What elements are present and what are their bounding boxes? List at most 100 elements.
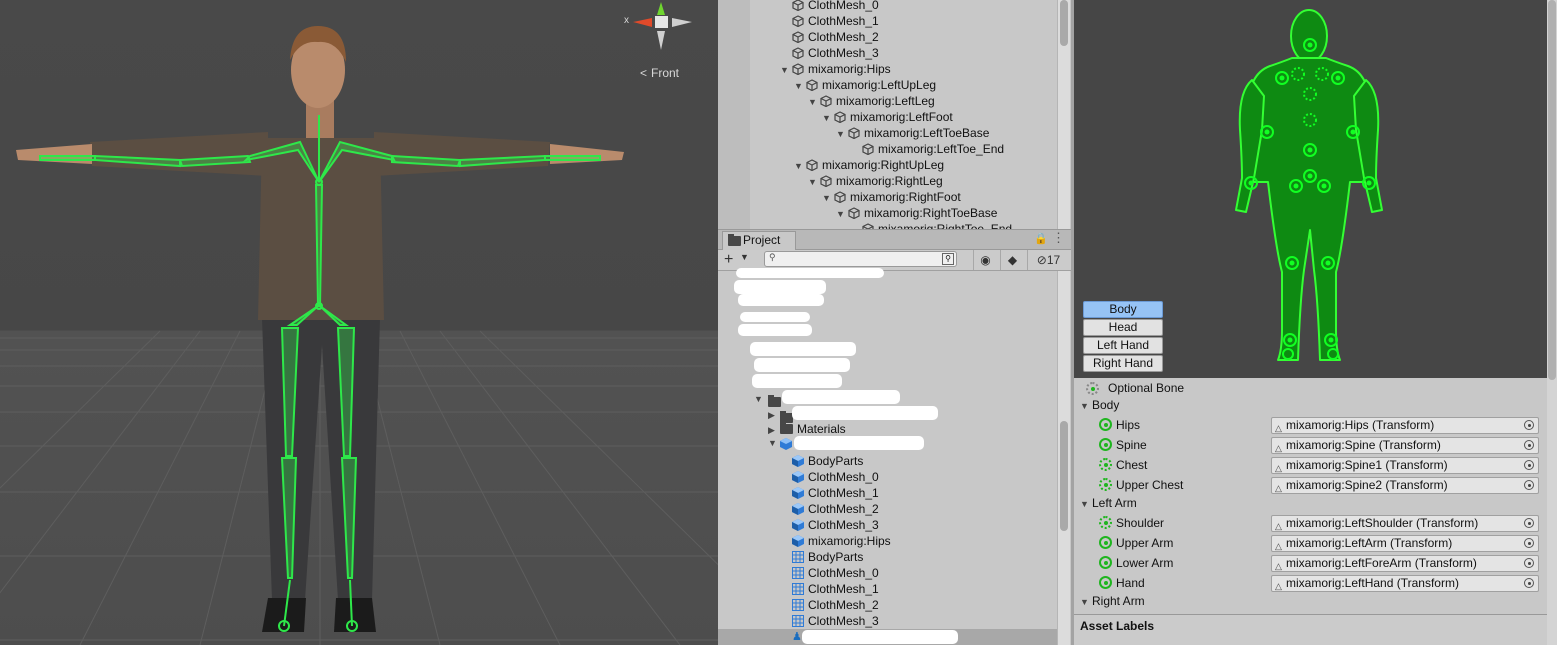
hierarchy-scrollbar[interactable] bbox=[1057, 0, 1070, 229]
search-options-icon[interactable]: ⚲ bbox=[942, 253, 954, 265]
scene-canvas[interactable] bbox=[0, 0, 718, 645]
redaction bbox=[736, 268, 884, 278]
folder-materials[interactable]: ▶ Materials bbox=[768, 421, 846, 437]
bone-transform-field[interactable]: △ mixamorig:LeftShoulder (Transform) bbox=[1271, 515, 1539, 532]
bone-transform-field[interactable]: △ mixamorig:LeftHand (Transform) bbox=[1271, 575, 1539, 592]
part-button-left-hand[interactable]: Left Hand bbox=[1083, 337, 1163, 354]
hierarchy-item[interactable]: mixamorig:RightToe_End bbox=[850, 221, 1012, 229]
hierarchy-item[interactable]: ▼ mixamorig:RightFoot bbox=[822, 189, 961, 205]
kebab-menu-icon[interactable]: ⋮ bbox=[1052, 230, 1065, 246]
asset-item[interactable]: ClothMesh_1 bbox=[792, 485, 879, 501]
project-scroll-thumb[interactable] bbox=[1060, 421, 1068, 531]
hierarchy-item[interactable]: mixamorig:LeftToe_End bbox=[850, 141, 1004, 157]
hidden-packages-toggle[interactable]: ⊘17 bbox=[1027, 250, 1069, 270]
object-picker-icon[interactable] bbox=[1524, 440, 1534, 450]
gameobject-icon bbox=[820, 95, 832, 107]
filter-label-icon[interactable]: ◆ bbox=[1000, 250, 1024, 270]
optional-bone-marker-icon bbox=[1099, 516, 1112, 529]
bone-transform-field[interactable]: △ mixamorig:LeftForeArm (Transform) bbox=[1271, 555, 1539, 572]
asset-item[interactable]: ClothMesh_2 bbox=[792, 597, 879, 613]
bone-group-header[interactable]: ▼ Right Arm bbox=[1080, 591, 1145, 611]
search-field[interactable]: ⚲ ⚲ bbox=[764, 251, 957, 267]
object-picker-icon[interactable] bbox=[1524, 480, 1534, 490]
inspector-scroll-thumb[interactable] bbox=[1548, 0, 1556, 380]
expand-arrow-icon[interactable]: ▼ bbox=[822, 190, 834, 206]
hierarchy-item[interactable]: ClothMesh_3 bbox=[780, 45, 879, 61]
bone-transform-field[interactable]: △ mixamorig:Spine1 (Transform) bbox=[1271, 457, 1539, 474]
hierarchy-item[interactable]: ▼ mixamorig:LeftFoot bbox=[822, 109, 953, 125]
hierarchy-item[interactable]: ▼ mixamorig:LeftLeg bbox=[808, 93, 935, 109]
part-button-right-hand[interactable]: Right Hand bbox=[1083, 355, 1163, 372]
chevron-down-icon[interactable]: ▼ bbox=[740, 252, 749, 262]
expand-arrow-icon[interactable]: ▼ bbox=[794, 158, 806, 174]
gameobject-icon bbox=[792, 0, 804, 11]
expand-arrow-icon[interactable]: ▼ bbox=[768, 438, 780, 448]
asset-item[interactable]: ClothMesh_3 bbox=[792, 517, 879, 533]
object-picker-icon[interactable] bbox=[1524, 420, 1534, 430]
hierarchy-item-label: mixamorig:LeftToe_End bbox=[878, 142, 1005, 156]
asset-item[interactable]: ClothMesh_2 bbox=[792, 501, 879, 517]
search-icon: ⚲ bbox=[769, 252, 776, 262]
hierarchy-item-label: mixamorig:LeftToeBase bbox=[864, 126, 990, 140]
bone-transform-field[interactable]: △ mixamorig:LeftArm (Transform) bbox=[1271, 535, 1539, 552]
bone-transform-field[interactable]: △ mixamorig:Hips (Transform) bbox=[1271, 417, 1539, 434]
asset-item[interactable]: BodyParts bbox=[792, 453, 863, 469]
asset-item[interactable]: ClothMesh_1 bbox=[792, 581, 879, 597]
object-picker-icon[interactable] bbox=[1524, 518, 1534, 528]
object-picker-icon[interactable] bbox=[1524, 578, 1534, 588]
object-picker-icon[interactable] bbox=[1524, 538, 1534, 548]
expand-arrow-icon[interactable]: ▼ bbox=[754, 394, 766, 404]
gameobject-icon bbox=[806, 159, 818, 171]
hierarchy-item[interactable]: ClothMesh_1 bbox=[780, 13, 879, 29]
inspector-scrollbar[interactable] bbox=[1547, 0, 1557, 645]
expand-arrow-icon[interactable]: ▼ bbox=[780, 62, 792, 78]
orientation-gizmo[interactable] bbox=[633, 2, 692, 50]
asset-item[interactable]: ClothMesh_3 bbox=[792, 613, 879, 629]
collapsed-arrow-icon[interactable]: ▶ bbox=[768, 422, 780, 438]
expand-arrow-icon[interactable]: ▼ bbox=[836, 206, 848, 222]
bone-transform-field[interactable]: △ mixamorig:Spine (Transform) bbox=[1271, 437, 1539, 454]
bone-transform-field[interactable]: △ mixamorig:Spine2 (Transform) bbox=[1271, 477, 1539, 494]
hierarchy-item[interactable]: ClothMesh_0 bbox=[780, 0, 879, 13]
hierarchy-item[interactable]: ▼ mixamorig:Hips bbox=[780, 61, 891, 77]
gameobject-icon bbox=[834, 191, 846, 203]
hierarchy-item[interactable]: ClothMesh_2 bbox=[780, 29, 879, 45]
expand-arrow-icon[interactable]: ▼ bbox=[808, 94, 820, 110]
expand-arrow-icon[interactable]: ▼ bbox=[1080, 494, 1092, 514]
asset-item[interactable]: mixamorig:Hips bbox=[792, 533, 891, 549]
add-button[interactable]: + bbox=[724, 250, 733, 269]
asset-labels-header[interactable]: Asset Labels bbox=[1074, 614, 1557, 645]
jeans bbox=[262, 318, 380, 600]
hierarchy-item-label: mixamorig:Hips bbox=[808, 62, 891, 76]
lock-icon[interactable]: 🔒 bbox=[1034, 232, 1048, 245]
expand-arrow-icon[interactable]: ▼ bbox=[1080, 396, 1092, 416]
object-picker-icon[interactable] bbox=[1524, 558, 1534, 568]
object-picker-icon[interactable] bbox=[1524, 460, 1534, 470]
asset-item[interactable]: BodyParts bbox=[792, 549, 863, 565]
gizmo-view-label[interactable]: Front bbox=[651, 66, 679, 80]
scene-view[interactable]: x < Front bbox=[0, 0, 718, 645]
expand-arrow-icon[interactable]: ▼ bbox=[808, 174, 820, 190]
hierarchy-item[interactable]: ▼ mixamorig:RightUpLeg bbox=[794, 157, 944, 173]
collapsed-arrow-icon[interactable]: ▶ bbox=[768, 410, 780, 421]
search-input[interactable] bbox=[779, 252, 939, 266]
hierarchy-scroll-thumb[interactable] bbox=[1060, 0, 1068, 46]
hierarchy-item[interactable]: ▼ mixamorig:RightToeBase bbox=[836, 205, 997, 221]
expand-arrow-icon[interactable]: ▼ bbox=[836, 126, 848, 142]
bone-group-header[interactable]: ▼ Body bbox=[1080, 395, 1119, 415]
asset-item[interactable]: ClothMesh_0 bbox=[792, 565, 879, 581]
filter-type-icon[interactable]: ◉ bbox=[973, 250, 997, 270]
asset-item[interactable]: ClothMesh_0 bbox=[792, 469, 879, 485]
hierarchy-item[interactable]: ▼ mixamorig:LeftUpLeg bbox=[794, 77, 936, 93]
tab-project[interactable]: Project bbox=[722, 231, 796, 250]
part-button-head[interactable]: Head bbox=[1083, 319, 1163, 336]
expand-arrow-icon[interactable]: ▼ bbox=[1080, 592, 1092, 612]
bone-group-header[interactable]: ▼ Left Arm bbox=[1080, 493, 1137, 513]
hierarchy-item[interactable]: ▼ mixamorig:LeftToeBase bbox=[836, 125, 989, 141]
project-scrollbar[interactable] bbox=[1057, 271, 1070, 645]
expand-arrow-icon[interactable]: ▼ bbox=[822, 110, 834, 126]
hierarchy-item[interactable]: ▼ mixamorig:RightLeg bbox=[808, 173, 943, 189]
part-button-body[interactable]: Body bbox=[1083, 301, 1163, 318]
bone-transform-value: mixamorig:Spine1 (Transform) bbox=[1286, 458, 1448, 472]
expand-arrow-icon[interactable]: ▼ bbox=[794, 78, 806, 94]
